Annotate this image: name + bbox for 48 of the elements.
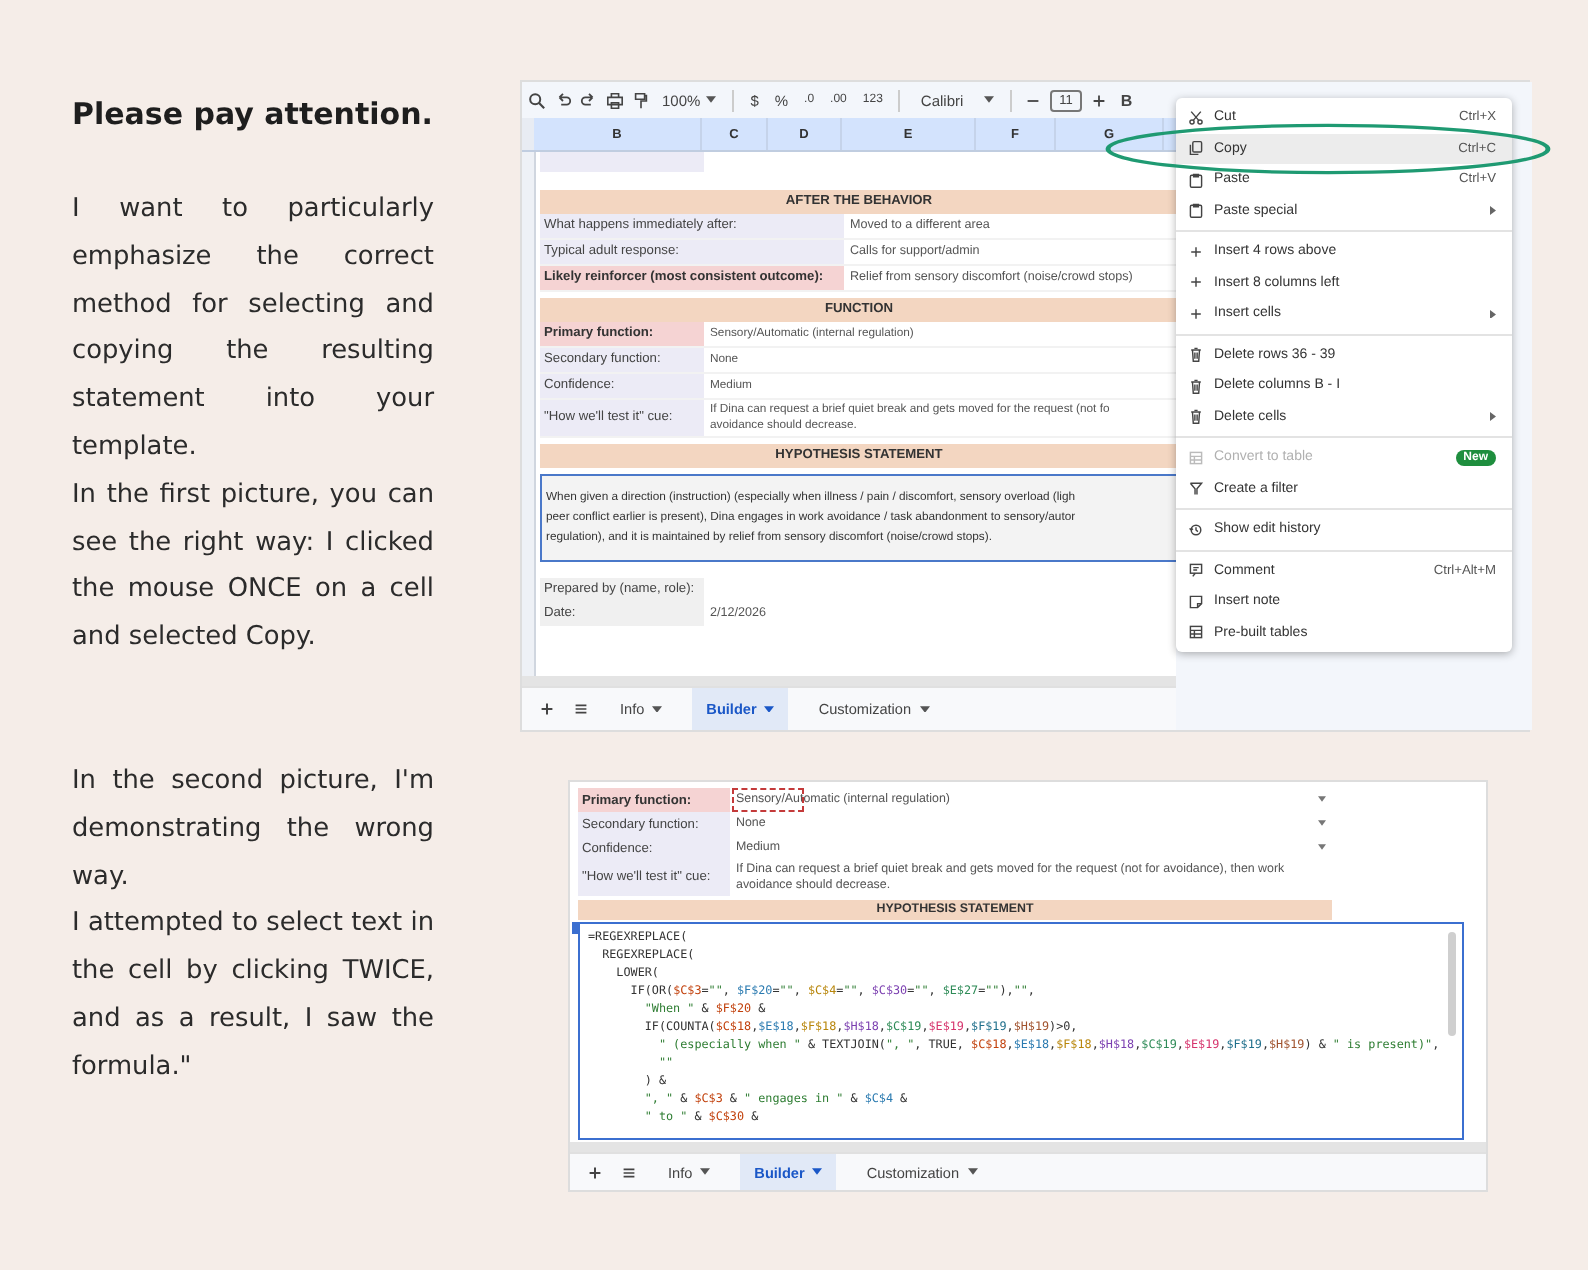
print-icon[interactable] xyxy=(606,91,624,109)
caret-icon xyxy=(983,96,994,104)
paint-format-icon[interactable] xyxy=(632,91,650,109)
caret-icon xyxy=(706,96,717,104)
history-icon xyxy=(1188,521,1204,538)
plus-icon xyxy=(1188,305,1204,322)
caret-icon xyxy=(652,705,663,713)
menu-icon[interactable] xyxy=(572,700,590,718)
caret-icon xyxy=(919,705,930,713)
trash-icon xyxy=(1188,408,1204,425)
trash-icon xyxy=(1188,377,1204,394)
filter-icon xyxy=(1188,480,1204,497)
caret-icon xyxy=(967,1168,978,1176)
plus-icon xyxy=(1188,274,1204,291)
menu-icon[interactable] xyxy=(620,1163,638,1181)
copy-icon xyxy=(1188,140,1204,157)
submenu-arrow-icon xyxy=(1490,412,1496,421)
trash-icon xyxy=(1188,346,1204,363)
plus-icon[interactable] xyxy=(1090,91,1109,109)
table-icon xyxy=(1188,624,1204,641)
submenu-arrow-icon xyxy=(1490,309,1496,318)
caret-icon xyxy=(764,705,775,713)
comment-icon xyxy=(1188,562,1204,579)
note-icon xyxy=(1188,593,1204,610)
clipboard-icon xyxy=(1188,202,1204,219)
instruction-paragraph: In the second picture, I'm demonstrating the wrong way. xyxy=(72,764,434,896)
instructions-heading: Please pay attention. xyxy=(72,94,434,136)
table-icon xyxy=(1188,449,1204,466)
scissors-icon xyxy=(1188,109,1204,126)
scrollbar[interactable] xyxy=(1512,82,1532,730)
caret-icon xyxy=(700,1168,711,1176)
search-icon[interactable] xyxy=(528,91,546,109)
add-sheet-icon[interactable] xyxy=(538,700,556,718)
clipboard-icon xyxy=(1188,171,1204,188)
plus-icon xyxy=(1188,243,1204,260)
bold-button[interactable]: B xyxy=(1116,91,1137,109)
add-sheet-icon[interactable] xyxy=(586,1163,604,1181)
submenu-arrow-icon xyxy=(1490,206,1496,215)
undo-icon[interactable] xyxy=(554,91,572,109)
dropdown-arrow-icon[interactable] xyxy=(1318,796,1326,802)
instruction-paragraph: I want to particularly emphasize the correct method for selecting and copying the resulting statement into your template. xyxy=(72,192,434,466)
instruction-paragraph: I attempted to select text in the cell by clicking TWICE, and as a result, I saw the formula." xyxy=(72,906,434,1086)
dropdown-arrow-icon[interactable] xyxy=(1318,844,1326,850)
redo-icon[interactable] xyxy=(580,91,598,109)
dropdown-arrow-icon[interactable] xyxy=(1318,820,1326,826)
caret-icon xyxy=(812,1168,823,1176)
instruction-paragraph: In the first picture, you can see the right way: I clicked the mouse ONCE on a cell and selected Copy. xyxy=(72,477,434,657)
formula-editor[interactable] xyxy=(578,921,1464,1140)
